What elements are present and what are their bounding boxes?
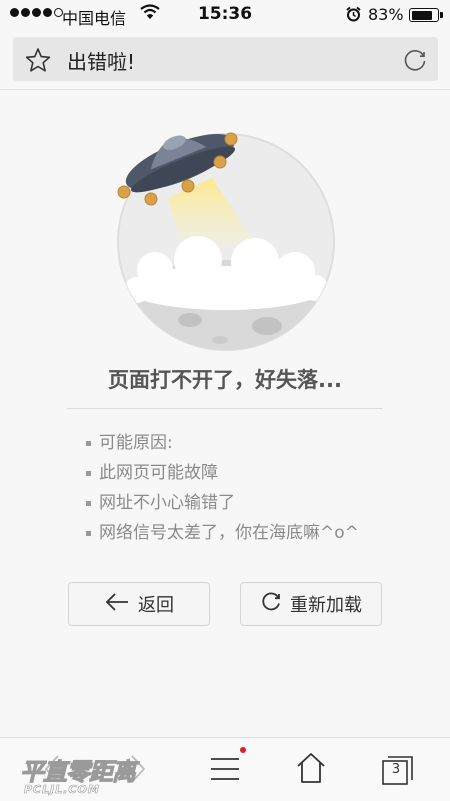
back-button-label: 返回	[138, 595, 174, 616]
bookmark-star-icon[interactable]	[25, 47, 51, 77]
list-item: 网络信号太差了，你在海底嘛^o^	[86, 518, 359, 548]
reload-button[interactable]: 重新加载	[240, 582, 382, 626]
reload-button-label: 重新加载	[290, 595, 362, 616]
tab-count: 3	[391, 762, 401, 777]
bullet	[86, 440, 91, 446]
reason-text: 此网页可能故障	[99, 463, 218, 483]
watermark-logo: 平直零距离 PCLJL.COM	[20, 752, 137, 797]
back-button[interactable]: 返回	[68, 582, 210, 626]
reason-text: 网络信号太差了，你在海底嘛^o^	[99, 523, 359, 543]
alarm-icon	[346, 6, 361, 26]
watermark-text: 平直零距离	[20, 758, 137, 787]
bullet	[86, 500, 91, 506]
list-item: 可能原因:	[86, 428, 359, 458]
bullet	[86, 470, 91, 476]
arrow-left-icon	[104, 592, 130, 617]
address-bar[interactable]: 出错啦!	[13, 37, 438, 81]
refresh-icon	[260, 591, 282, 618]
ufo-illustration	[110, 120, 340, 359]
battery-percentage: 83%	[368, 5, 404, 24]
bullet	[86, 530, 91, 536]
battery-icon	[409, 8, 439, 22]
header-divider	[0, 89, 450, 90]
heading-divider	[67, 408, 383, 409]
reasons-list: 可能原因: 此网页可能故障 网址不小心输错了 网络信号太差了，你在海底嘛^o^	[86, 428, 359, 548]
list-item: 网址不小心输错了	[86, 488, 359, 518]
battery-tip	[440, 12, 443, 18]
list-item: 此网页可能故障	[86, 458, 359, 488]
error-heading: 页面打不开了，好失落...	[108, 368, 342, 392]
notification-dot	[240, 747, 246, 753]
page-title[interactable]: 出错啦!	[67, 46, 135, 75]
refresh-icon[interactable]	[402, 47, 428, 77]
home-icon[interactable]	[296, 752, 326, 788]
reason-text: 网址不小心输错了	[99, 493, 235, 513]
reason-title: 可能原因:	[99, 433, 173, 453]
menu-icon[interactable]	[210, 757, 240, 785]
status-bar: 中国电信 15:36 83%	[0, 0, 450, 30]
